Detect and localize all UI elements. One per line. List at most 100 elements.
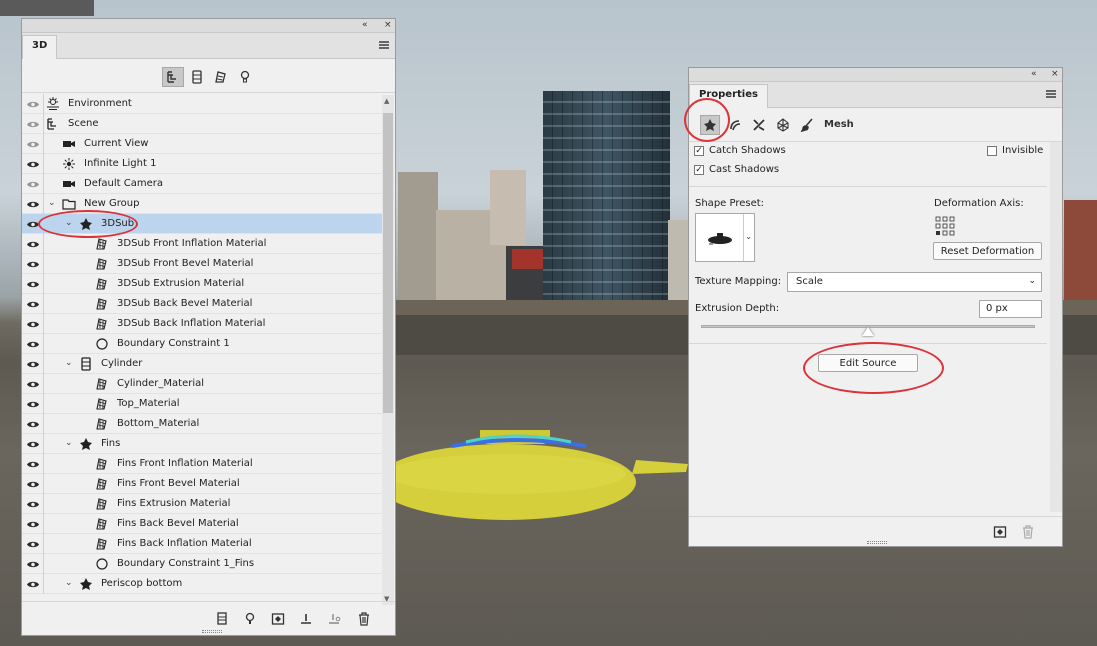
extrusion-depth-input[interactable]: 0 px (979, 300, 1042, 318)
tree-row[interactable]: Fins Extrusion Material (22, 494, 382, 514)
cap-mode-icon[interactable] (749, 115, 769, 135)
visibility-eye-icon[interactable] (22, 134, 44, 154)
tree-row[interactable]: ⌄ Periscop bottom (22, 574, 382, 594)
add-light-icon[interactable] (241, 610, 259, 628)
resize-grip[interactable] (202, 630, 222, 633)
visibility-eye-icon[interactable] (22, 234, 44, 254)
chevron-down-icon[interactable]: ⌄ (65, 218, 75, 228)
collapse-icon[interactable]: « (1031, 69, 1037, 79)
tree-row[interactable]: 3DSub Front Inflation Material (22, 234, 382, 254)
tree-row[interactable]: 3DSub Back Bevel Material (22, 294, 382, 314)
visibility-eye-icon[interactable] (22, 294, 44, 314)
visibility-eye-icon[interactable] (22, 514, 44, 534)
tree-row[interactable]: Cylinder_Material (22, 374, 382, 394)
edit-source-button[interactable]: Edit Source (818, 354, 918, 372)
visibility-eye-icon[interactable] (22, 254, 44, 274)
visibility-eye-icon[interactable] (22, 454, 44, 474)
mesh-mode-icon[interactable] (700, 115, 720, 135)
visibility-eye-icon[interactable] (22, 214, 44, 234)
visibility-eye-icon[interactable] (22, 434, 44, 454)
panel-menu-icon[interactable] (379, 41, 389, 49)
properties-scrollbar[interactable] (1050, 142, 1062, 512)
materials-filter-icon[interactable] (210, 67, 232, 87)
chevron-down-icon[interactable]: ⌄ (65, 358, 75, 368)
texture-mapping-select[interactable]: Scale ⌄ (787, 272, 1042, 292)
chevron-down-icon[interactable]: ⌄ (745, 232, 752, 241)
visibility-eye-icon[interactable] (22, 574, 44, 594)
tree-row[interactable]: Fins Front Inflation Material (22, 454, 382, 474)
tree-scrollbar[interactable]: ▲ ▼ (382, 95, 394, 605)
visibility-eye-icon[interactable] (22, 354, 44, 374)
visibility-eye-icon[interactable] (22, 174, 44, 194)
add-mesh-icon[interactable] (213, 610, 231, 628)
tree-row[interactable]: Fins Front Bevel Material (22, 474, 382, 494)
visibility-eye-icon[interactable] (22, 314, 44, 334)
submarine-model[interactable] (396, 430, 688, 530)
scroll-up-icon[interactable]: ▲ (384, 97, 389, 105)
deformation-axis-grid-icon[interactable] (935, 216, 955, 236)
close-icon[interactable]: × (384, 20, 392, 30)
cast-shadows-checkbox[interactable]: Cast Shadows (694, 164, 779, 175)
reset-deformation-button[interactable]: Reset Deformation (933, 242, 1042, 260)
visibility-eye-icon[interactable] (22, 494, 44, 514)
close-icon[interactable]: × (1051, 69, 1059, 79)
panel-menu-icon[interactable] (1046, 90, 1056, 98)
visibility-eye-icon[interactable] (22, 474, 44, 494)
visibility-eye-icon[interactable] (22, 114, 44, 134)
ground-plane-icon[interactable] (297, 610, 315, 628)
cast-shadows-box[interactable] (694, 164, 704, 175)
shape-preset-picker[interactable]: ⌄ (695, 213, 755, 262)
properties-titlebar[interactable]: « × (689, 68, 1062, 82)
chevron-down-icon[interactable]: ⌄ (65, 578, 75, 588)
delete-icon[interactable] (355, 610, 373, 628)
coordinates-mode-icon[interactable] (773, 115, 793, 135)
tree-row[interactable]: Default Camera (22, 174, 382, 194)
visibility-eye-icon[interactable] (22, 414, 44, 434)
tree-row[interactable]: 3DSub Back Inflation Material (22, 314, 382, 334)
tree-row[interactable]: Scene (22, 114, 382, 134)
meshes-filter-icon[interactable] (186, 67, 208, 87)
delete-icon[interactable] (1019, 523, 1037, 541)
visibility-eye-icon[interactable] (22, 194, 44, 214)
tree-row[interactable]: ⌄ New Group (22, 194, 382, 214)
render-icon[interactable] (269, 610, 287, 628)
visibility-eye-icon[interactable] (22, 274, 44, 294)
invisible-checkbox[interactable]: Invisible (987, 145, 1043, 156)
tree-row[interactable]: 3DSub Extrusion Material (22, 274, 382, 294)
tree-row[interactable]: 3DSub Front Bevel Material (22, 254, 382, 274)
tree-row[interactable]: Current View (22, 134, 382, 154)
tree-row[interactable]: Top_Material (22, 394, 382, 414)
tree-row[interactable]: Fins Back Bevel Material (22, 514, 382, 534)
tree-row[interactable]: Boundary Constraint 1 (22, 334, 382, 354)
tab-properties[interactable]: Properties (689, 84, 768, 108)
whole-scene-filter-icon[interactable] (162, 67, 184, 87)
visibility-eye-icon[interactable] (22, 334, 44, 354)
render-icon[interactable] (991, 523, 1009, 541)
visibility-eye-icon[interactable] (22, 554, 44, 574)
visibility-eye-icon[interactable] (22, 394, 44, 414)
catch-shadows-checkbox[interactable]: Catch Shadows (694, 145, 786, 156)
resize-grip[interactable] (867, 541, 887, 544)
slider-knob[interactable] (862, 327, 874, 336)
scroll-thumb[interactable] (383, 113, 393, 413)
tree-row[interactable]: ⌄ Cylinder (22, 354, 382, 374)
invisible-box[interactable] (987, 145, 997, 156)
tree-row[interactable]: Infinite Light 1 (22, 154, 382, 174)
visibility-eye-icon[interactable] (22, 94, 44, 114)
deform-mode-icon[interactable] (725, 115, 745, 135)
paint-mode-icon[interactable] (797, 115, 817, 135)
tree-row[interactable]: ⌄ Fins (22, 434, 382, 454)
tree-row[interactable]: ⌄ 3DSub (22, 214, 382, 234)
collapse-icon[interactable]: « (362, 20, 368, 30)
tree-row[interactable]: Fins Back Inflation Material (22, 534, 382, 554)
visibility-eye-icon[interactable] (22, 374, 44, 394)
tab-3d[interactable]: 3D (22, 35, 58, 59)
lights-filter-icon[interactable] (234, 67, 256, 87)
chevron-down-icon[interactable]: ⌄ (65, 438, 75, 448)
drop-to-plane-icon[interactable] (325, 610, 343, 628)
catch-shadows-box[interactable] (694, 145, 704, 156)
tree-row[interactable]: Environment (22, 94, 382, 114)
tree-row[interactable]: Boundary Constraint 1_Fins (22, 554, 382, 574)
visibility-eye-icon[interactable] (22, 534, 44, 554)
panel-3d-titlebar[interactable]: « × (22, 19, 395, 33)
